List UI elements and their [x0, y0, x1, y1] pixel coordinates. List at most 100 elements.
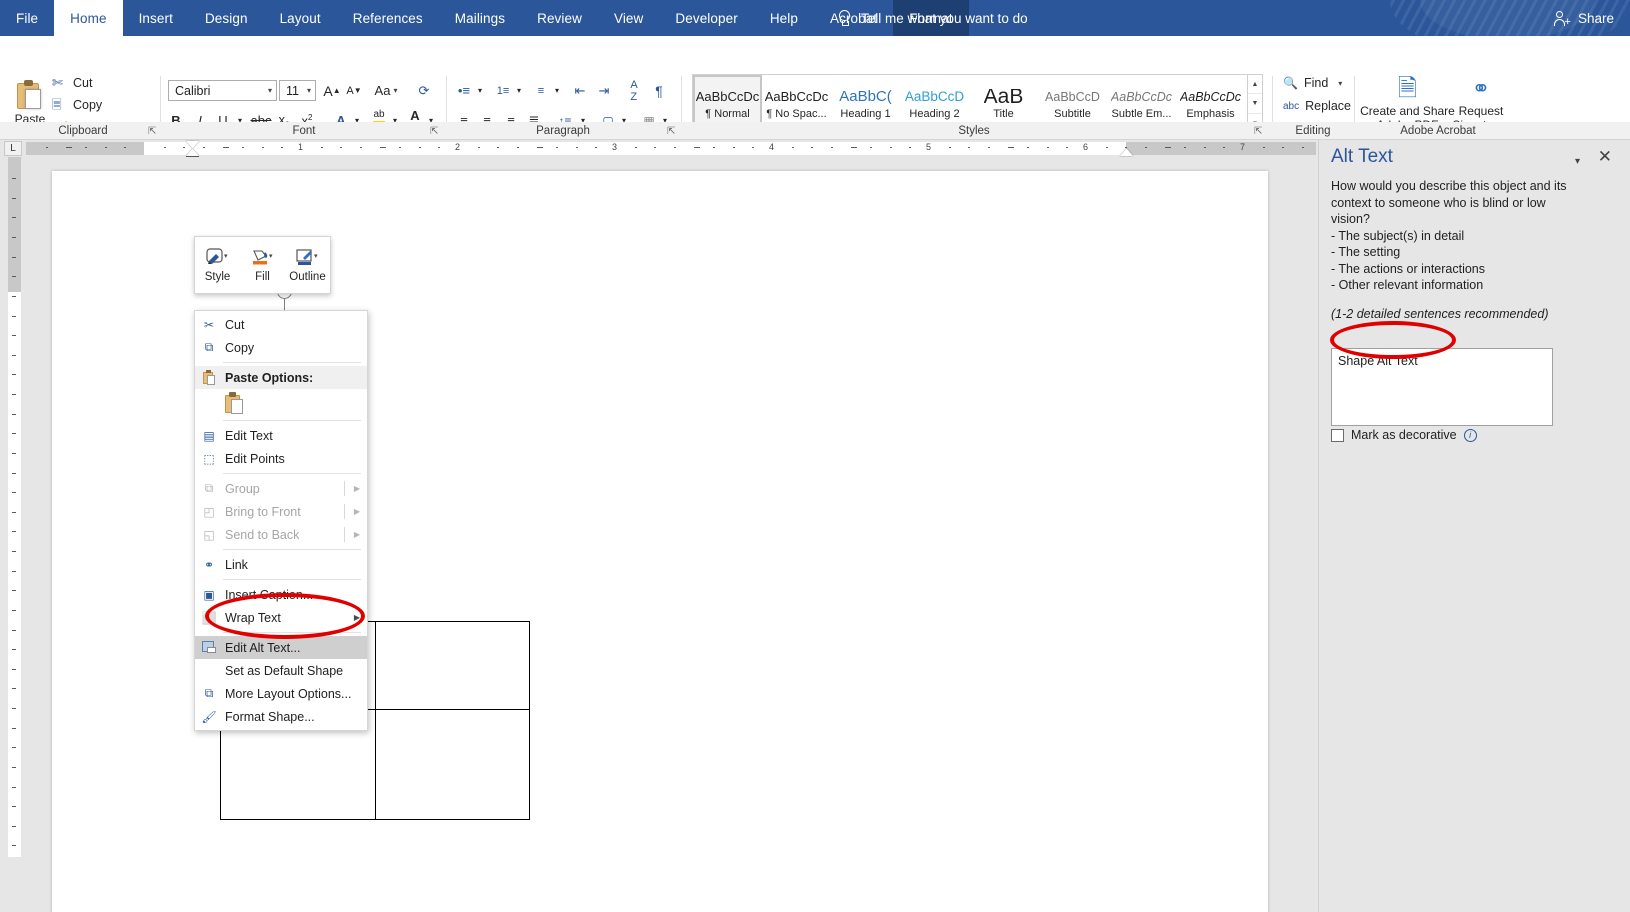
tab-stop-selector[interactable]: L: [4, 141, 22, 156]
tell-me-box[interactable]: Tell me what you want to do: [838, 0, 1028, 36]
find-button[interactable]: 🔍 Find ▾: [1283, 76, 1342, 90]
paste-keep-source-formatting-button[interactable]: [195, 389, 367, 417]
table-cell[interactable]: [375, 710, 530, 820]
mark-as-decorative-checkbox[interactable]: [1331, 429, 1344, 442]
context-menu-item-format-shape[interactable]: 🖌Format Shape...: [195, 705, 367, 728]
context-menu-item-cut[interactable]: ✂Cut: [195, 313, 367, 336]
ruler-tick: [1282, 147, 1284, 148]
tab-insert[interactable]: Insert: [123, 0, 189, 36]
styles-scroll-down-icon[interactable]: ▼: [1248, 94, 1262, 113]
context-menu-item-edit-points[interactable]: ⬚Edit Points: [195, 447, 367, 470]
clear-formatting-button[interactable]: ⟳: [413, 80, 435, 101]
close-icon[interactable]: ✕: [1598, 147, 1612, 167]
ruler-tick: [105, 147, 107, 148]
ruler-tick: [576, 147, 578, 148]
right-indent-marker[interactable]: [1120, 148, 1133, 156]
grow-font-button[interactable]: A▲: [322, 80, 342, 101]
tab-label: Insert: [139, 11, 173, 26]
paragraph-dialog-launcher[interactable]: ⇱: [667, 126, 678, 137]
multilevel-list-button[interactable]: ≡: [530, 80, 552, 101]
shrink-font-button[interactable]: A▼: [344, 80, 364, 101]
context-menu-item-paste-options[interactable]: Paste Options:: [195, 366, 367, 389]
style-name: Subtle Em...: [1112, 108, 1172, 120]
context-menu-item-label: Format Shape...: [225, 710, 315, 724]
tab-developer[interactable]: Developer: [659, 0, 753, 36]
tab-mailings[interactable]: Mailings: [439, 0, 521, 36]
copy-icon: ⧉: [199, 339, 219, 357]
styles-scroll-up-icon[interactable]: ▲: [1248, 75, 1262, 94]
vruler-tick: [12, 708, 16, 709]
context-menu-item-more-layout-options[interactable]: ⧉More Layout Options...: [195, 682, 367, 705]
context-menu-item-copy[interactable]: ⧉Copy: [195, 336, 367, 359]
bullets-dropdown[interactable]: ▾: [473, 80, 487, 101]
info-icon[interactable]: i: [1464, 429, 1477, 442]
ruler-tick: [164, 147, 166, 148]
mark-as-decorative-row[interactable]: Mark as decorative i: [1331, 428, 1477, 442]
change-case-button[interactable]: Aa ▾: [372, 80, 400, 101]
style-preview: AaBbC(: [839, 89, 892, 105]
sort-button[interactable]: AZ: [623, 80, 645, 101]
ruler-tick: [968, 147, 970, 148]
context-menu-item-wrap-text[interactable]: ⬜Wrap Text▶: [195, 606, 367, 629]
request-label: Request: [1459, 104, 1504, 118]
font-size-combo[interactable]: 11 ▾: [279, 80, 316, 101]
decrease-indent-button[interactable]: ⇤: [569, 80, 591, 101]
context-menu-item-label: Group: [225, 482, 260, 496]
alt-text-input[interactable]: [1331, 348, 1553, 426]
ruler-tick: [1106, 147, 1108, 148]
replace-button[interactable]: abc Replace: [1283, 99, 1351, 113]
context-menu-item-edit-text[interactable]: ▤Edit Text: [195, 424, 367, 447]
alt-text-pane-title: Alt Text: [1331, 146, 1393, 167]
numbering-button[interactable]: 1≡: [492, 80, 514, 101]
send-back-icon: ◱: [199, 526, 219, 544]
tab-layout[interactable]: Layout: [264, 0, 337, 36]
shape-context-menu[interactable]: ✂Cut⧉Copy Paste Options: ▤Edit Text⬚Edit P…: [194, 310, 368, 731]
tab-view[interactable]: View: [598, 0, 659, 36]
svg-text:▾: ▾: [224, 253, 228, 260]
mini-outline-button[interactable]: ▾ Outline: [285, 237, 330, 293]
pane-options-chevron-icon[interactable]: ▾: [1575, 156, 1580, 167]
context-menu-item-group: ⧉Group▶: [195, 477, 367, 500]
styles-dialog-launcher[interactable]: ⇱: [1254, 126, 1265, 137]
multilevel-dropdown[interactable]: ▾: [550, 80, 564, 101]
tab-home[interactable]: Home: [54, 0, 122, 36]
context-menu-item-edit-alt-text[interactable]: Edit Alt Text...: [195, 636, 367, 659]
alt-text-pane[interactable]: Alt Text ▾ ✕ How would you describe this…: [1318, 140, 1630, 912]
table-cell[interactable]: [375, 622, 530, 710]
clipboard-dialog-launcher[interactable]: ⇱: [148, 126, 159, 137]
mini-fill-button[interactable]: ▾ Fill: [240, 237, 285, 293]
context-menu-item-label: Link: [225, 558, 248, 572]
context-menu-item-set-as-default-shape[interactable]: Set as Default Shape: [195, 659, 367, 682]
context-menu-item-link[interactable]: ⚭Link: [195, 553, 367, 576]
tab-references[interactable]: References: [337, 0, 439, 36]
share-button[interactable]: + Share: [1554, 0, 1614, 36]
tab-help[interactable]: Help: [754, 0, 814, 36]
font-dialog-launcher[interactable]: ⇱: [430, 126, 441, 137]
tab-label: Mailings: [455, 11, 505, 26]
ruler-tick: [694, 147, 700, 148]
style-preview: AaBbCcD: [1045, 89, 1100, 105]
copy-button[interactable]: 🗏 Copy: [52, 97, 102, 113]
word-window: File Home Insert DesignLayoutReferences Mail…: [0, 0, 1630, 912]
search-icon: 🔍: [1283, 76, 1298, 90]
cut-button[interactable]: ✄ Cut: [52, 75, 92, 91]
tab-review[interactable]: Review: [521, 0, 598, 36]
ruler-tick: [752, 147, 754, 148]
tab-label: File: [16, 11, 38, 26]
hanging-indent-marker[interactable]: [186, 148, 199, 156]
bullets-button[interactable]: •≡: [453, 80, 475, 101]
numbering-dropdown[interactable]: ▾: [512, 80, 526, 101]
context-menu-item-insert-caption[interactable]: ▣Insert Caption...: [195, 583, 367, 606]
tab-file[interactable]: File: [0, 0, 54, 36]
edit-points-icon: ⬚: [199, 450, 219, 468]
replace-label: Replace: [1305, 99, 1351, 113]
show-marks-button[interactable]: ¶: [648, 80, 670, 101]
font-name-combo[interactable]: Calibri ▾: [168, 80, 277, 101]
tab-design[interactable]: Design: [189, 0, 264, 36]
instruction-line-2: context to someone who is blind or low: [1331, 195, 1618, 212]
vruler-tick: [12, 492, 16, 493]
vertical-ruler[interactable]: [0, 157, 26, 912]
mini-style-button[interactable]: ▾ Style: [195, 237, 240, 293]
increase-indent-button[interactable]: ⇥: [593, 80, 615, 101]
shape-mini-toolbar[interactable]: ▾ Style ▾ Fill ▾: [194, 236, 331, 294]
